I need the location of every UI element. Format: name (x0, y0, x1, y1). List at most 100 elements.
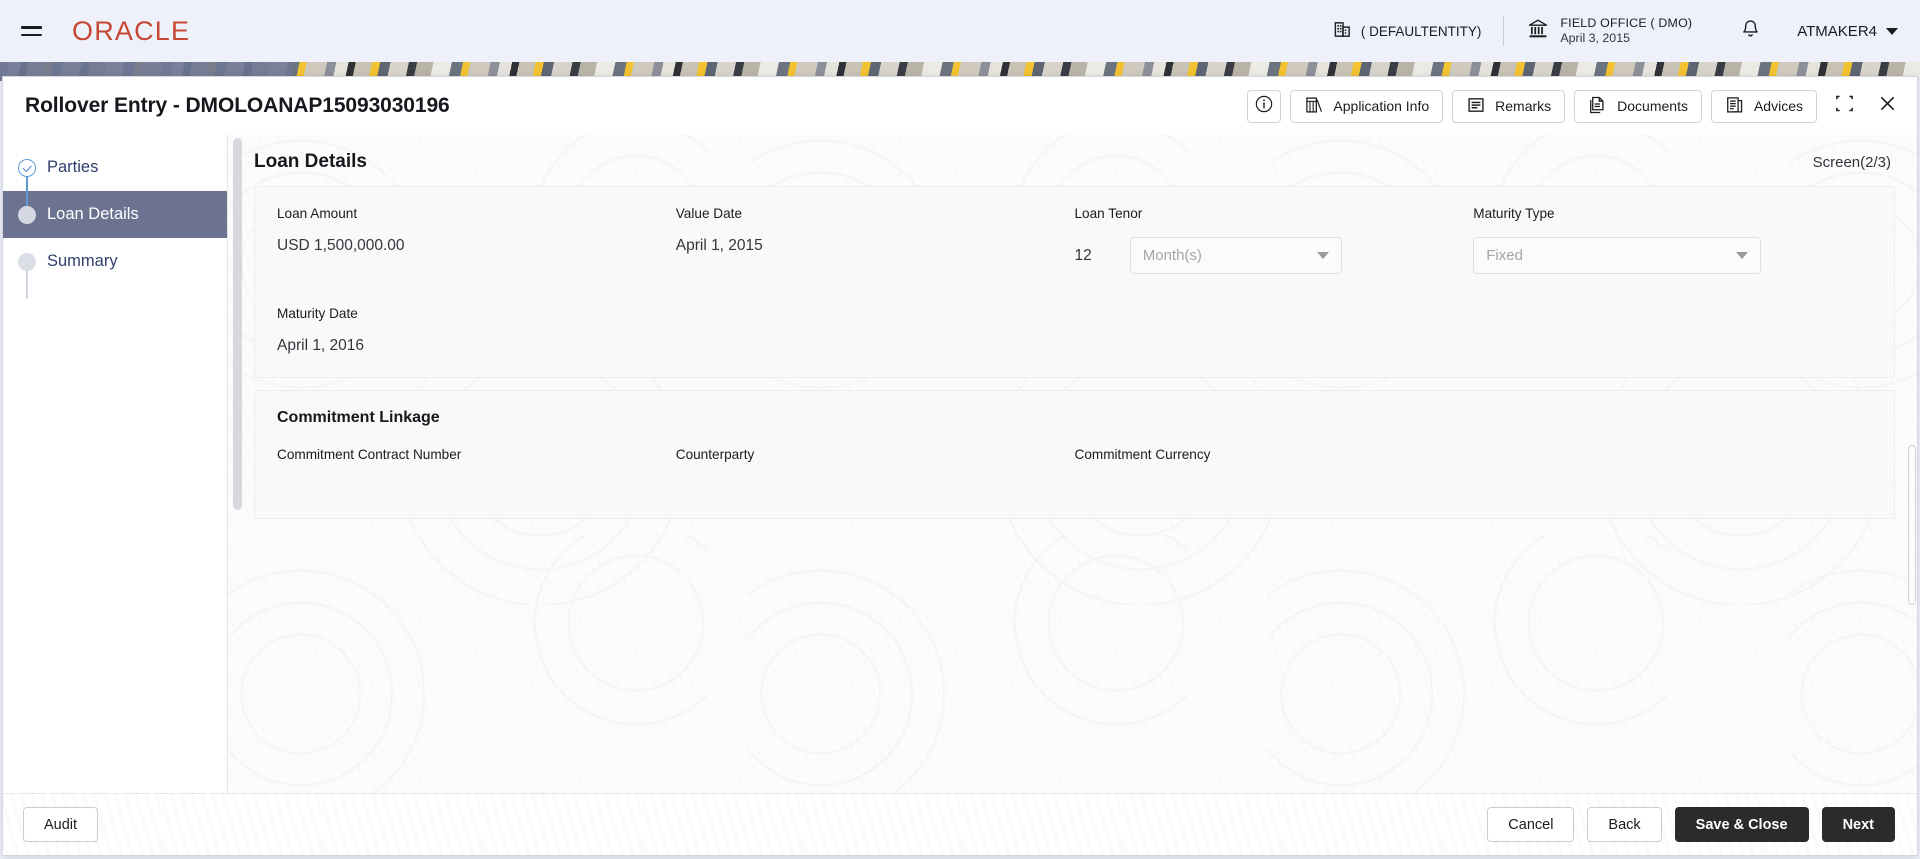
maturity-type-text: Fixed (1486, 247, 1523, 264)
commitment-linkage-card: Commitment Linkage Commitment Contract N… (254, 390, 1895, 519)
sidebar-item-summary[interactable]: Summary (3, 238, 227, 285)
step-current-icon (18, 205, 36, 224)
top-navigation-bar: ORACLE ( DEFAULTENTITY) FIELD OFFICE (D… (0, 0, 1920, 62)
documents-icon (1588, 95, 1608, 118)
info-button[interactable] (1247, 89, 1282, 123)
info-circle-icon (1254, 94, 1274, 119)
dialog-header-actions: Application Info Remarks Documents Advic… (1247, 89, 1903, 123)
cancel-button[interactable]: Cancel (1487, 807, 1575, 842)
commitment-currency-label: Commitment Currency (1074, 447, 1211, 462)
commitment-contract-number-label: Commitment Contract Number (277, 447, 462, 462)
documents-button[interactable]: Documents (1574, 89, 1702, 123)
counterparty-label: Counterparty (675, 447, 755, 462)
loan-tenor-value: 12 (1074, 246, 1092, 264)
dialog-footer: Audit Cancel Back Save & Close Next (3, 793, 1917, 855)
field-value-date: Value Date April 1, 2015 (676, 206, 1075, 274)
chevron-down-icon (1736, 252, 1749, 259)
office-selector[interactable]: FIELD OFFICE ( DMO) April 3, 2015 (1504, 16, 1714, 47)
field-commitment-contract-number: Commitment Contract Number (277, 447, 676, 478)
content-scrollbar-right[interactable] (1907, 135, 1917, 793)
hamburger-menu-icon[interactable] (14, 14, 48, 48)
sidebar-item-loan-details[interactable]: Loan Details (3, 191, 227, 238)
advices-button[interactable]: Advices (1710, 89, 1817, 123)
maturity-date-label: Maturity Date (277, 306, 358, 321)
office-date: April 3, 2015 (1560, 31, 1630, 45)
user-menu[interactable]: ATMAKER4 (1787, 23, 1898, 40)
spacer-col (1473, 447, 1872, 478)
audit-button[interactable]: Audit (23, 807, 99, 842)
documents-label: Documents (1617, 98, 1688, 114)
field-commitment-currency: Commitment Currency (1075, 447, 1474, 478)
scrollbar-thumb-right[interactable] (1908, 445, 1916, 605)
page-title: Rollover Entry - DMOLOANAP15093030196 (25, 94, 450, 117)
step-pending-icon (18, 252, 36, 271)
loan-tenor-unit-text: Month(s) (1142, 247, 1202, 264)
notifications-button[interactable] (1714, 18, 1787, 45)
loan-tenor-row: 12 Month(s) (1075, 237, 1448, 274)
save-and-close-button[interactable]: Save & Close (1674, 807, 1809, 842)
content-pane: Loan Details Screen(2/3) Loan Amount USD… (228, 135, 1917, 793)
content-header: Loan Details Screen(2/3) (228, 135, 1917, 173)
value-date-label: Value Date (675, 206, 742, 221)
step-complete-icon (18, 158, 36, 177)
close-icon (1878, 94, 1897, 118)
rollover-entry-dialog: Rollover Entry - DMOLOANAP15093030196 Ap… (2, 76, 1918, 856)
chevron-down-icon (1316, 252, 1329, 259)
commitment-linkage-row: Commitment Contract Number Counterparty … (255, 447, 1894, 478)
commitment-linkage-title: Commitment Linkage (277, 409, 440, 426)
office-name: FIELD OFFICE ( DMO) (1560, 15, 1693, 30)
field-loan-tenor: Loan Tenor 12 Month(s) (1075, 206, 1474, 274)
loan-amount-value: USD 1,500,000.00 (277, 237, 405, 254)
user-name: ATMAKER4 (1797, 22, 1877, 40)
loan-details-row-2: Maturity Date April 1, 2016 (255, 306, 1894, 355)
section-title: Loan Details (254, 151, 367, 172)
spacer-col (1075, 306, 1474, 355)
content-scrollbar-left[interactable] (233, 135, 242, 793)
minimize-expand-button[interactable] (1828, 90, 1860, 122)
entity-selector[interactable]: ( DEFAULTENTITY) (1311, 20, 1504, 42)
remarks-label: Remarks (1495, 98, 1552, 114)
next-button[interactable]: Next (1821, 807, 1895, 842)
field-maturity-date: Maturity Date April 1, 2016 (277, 306, 676, 355)
loan-tenor-label: Loan Tenor (1074, 206, 1143, 221)
sidebar-item-label: Loan Details (47, 205, 139, 223)
value-date-value: April 1, 2015 (675, 237, 763, 254)
application-info-label: Application Info (1333, 98, 1430, 114)
spacer-col (676, 306, 1075, 355)
maturity-type-label: Maturity Type (1473, 206, 1555, 221)
maturity-date-value: April 1, 2016 (277, 337, 365, 354)
application-info-button[interactable]: Application Info (1290, 89, 1444, 123)
field-loan-amount: Loan Amount USD 1,500,000.00 (277, 206, 676, 274)
back-button[interactable]: Back (1587, 807, 1662, 842)
loan-tenor-unit-select[interactable]: Month(s) (1129, 237, 1342, 274)
chevron-down-icon (1886, 27, 1898, 35)
spacer-col (1473, 306, 1872, 355)
application-info-icon (1304, 95, 1324, 118)
bell-icon (1740, 18, 1761, 45)
content-scroll-area: Loan Details Screen(2/3) Loan Amount USD… (228, 135, 1917, 793)
field-counterparty: Counterparty (676, 447, 1075, 478)
advices-label: Advices (1753, 98, 1803, 114)
loan-amount-label: Loan Amount (277, 206, 358, 221)
dialog-body: Parties Loan Details Summary Loan Detail… (3, 135, 1917, 793)
loan-details-row-1: Loan Amount USD 1,500,000.00 Value Date … (255, 206, 1894, 274)
screen-indicator: Screen(2/3) (1812, 154, 1891, 171)
scrollbar-thumb[interactable] (233, 138, 242, 510)
remarks-icon (1466, 95, 1486, 118)
loan-details-card: Loan Amount USD 1,500,000.00 Value Date … (254, 186, 1895, 378)
dialog-header: Rollover Entry - DMOLOANAP15093030196 Ap… (3, 77, 1917, 135)
minimize-expand-icon (1835, 94, 1854, 118)
oracle-logo: ORACLE (72, 15, 191, 46)
sidebar-item-label: Parties (47, 158, 99, 176)
remarks-button[interactable]: Remarks (1452, 89, 1566, 123)
footer-actions: Cancel Back Save & Close Next (1487, 807, 1895, 842)
building-icon (1333, 20, 1352, 42)
office-text-group: FIELD OFFICE ( DMO) April 3, 2015 (1560, 16, 1692, 47)
sidebar-item-parties[interactable]: Parties (3, 144, 227, 191)
entity-label: ( DEFAULTENTITY) (1360, 23, 1482, 39)
close-button[interactable] (1871, 90, 1903, 122)
wizard-stepper: Parties Loan Details Summary (3, 135, 228, 793)
maturity-type-select[interactable]: Fixed (1473, 237, 1762, 274)
advices-icon (1725, 95, 1745, 118)
bank-icon (1526, 17, 1550, 46)
